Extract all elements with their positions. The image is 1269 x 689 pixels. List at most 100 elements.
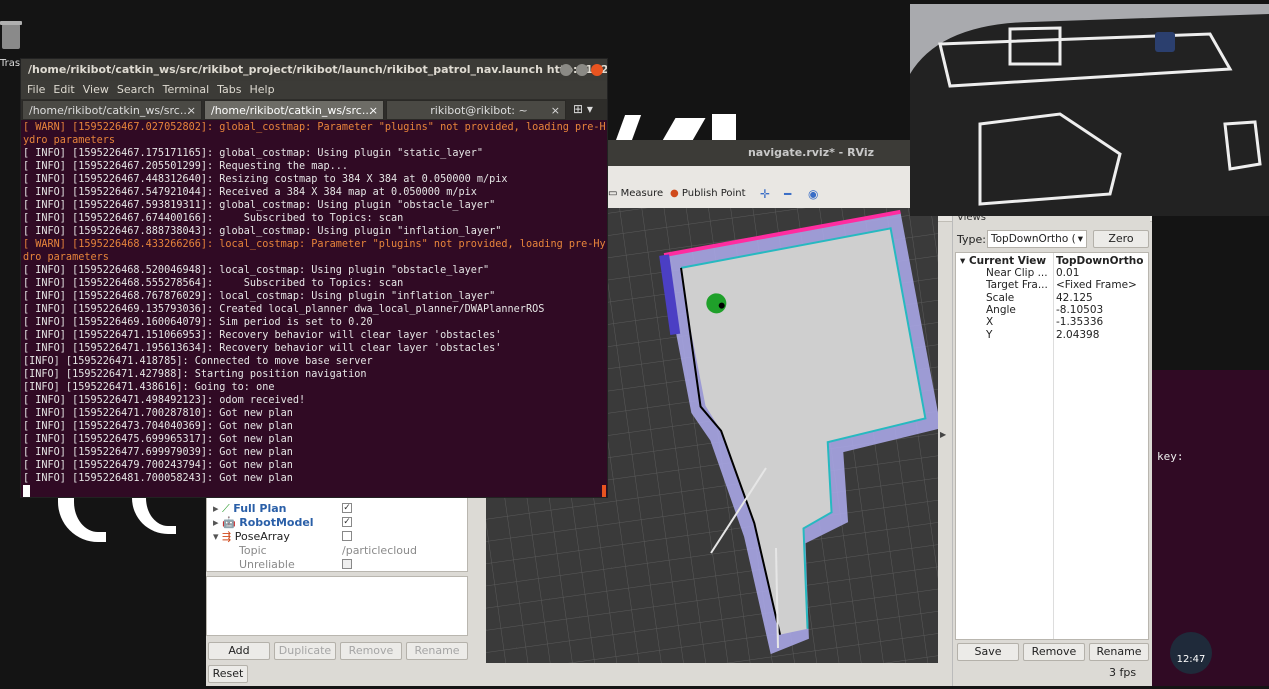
views-property-tree: ▾ Current View TopDownOrtho ... Near Cli…	[955, 252, 1149, 640]
menu-item-view[interactable]: View	[83, 83, 109, 96]
menu-item-search[interactable]: Search	[117, 83, 155, 96]
eye-icon[interactable]: ◉	[808, 187, 818, 201]
collapse-arrow-icon[interactable]: ▶	[940, 430, 946, 439]
topic-label: Topic	[239, 544, 267, 557]
new-tab-icon[interactable]: ⊞ ▾	[573, 102, 593, 116]
terminal-line: [ INFO] [1595226471.498492123]: odom rec…	[23, 395, 306, 406]
property-name: Near Clip ...	[986, 267, 1048, 279]
terminal-line: [ INFO] [1595226469.135793036]: Created …	[23, 304, 545, 315]
ruler-icon: ▭	[608, 188, 621, 199]
property-value[interactable]: 2.04398	[1056, 329, 1099, 341]
robot-icon: 🤖	[222, 516, 240, 529]
save-view-button[interactable]: Save	[957, 643, 1019, 661]
terminal-line: [ INFO] [1595226467.205501299]: Requesti…	[23, 161, 349, 172]
duplicate-button[interactable]: Duplicate	[274, 642, 336, 660]
publish-point-tool[interactable]: ● Publish Point	[670, 188, 746, 199]
terminal-title: /home/rikibot/catkin_ws/src/rikibot_proj…	[21, 59, 607, 81]
collapse-arrow-icon[interactable]: ▾	[960, 255, 969, 267]
display-robot-model[interactable]: ▸ 🤖 RobotModel	[213, 516, 314, 530]
scrollbar[interactable]	[602, 485, 606, 497]
terminal-line: [ INFO] [1595226479.700243794]: Got new …	[23, 460, 293, 471]
expand-arrow-icon[interactable]: ▸	[213, 502, 222, 515]
terminal-output[interactable]: [ WARN] [1595226467.027052802]: global_c…	[23, 121, 607, 497]
terminal-line: [ INFO] [1595226473.704040369]: Got new …	[23, 421, 293, 432]
pose-array-checkbox[interactable]	[342, 531, 352, 541]
add-button[interactable]: Add	[208, 642, 270, 660]
menu-item-file[interactable]: File	[27, 83, 45, 96]
clock-time: 12:47	[1176, 654, 1206, 665]
tab-label: rikibot@rikibot: ~	[430, 104, 528, 117]
tab-3[interactable]: rikibot@rikibot: ~ ×	[386, 100, 566, 120]
terminal-line: [ INFO] [1595226468.520046948]: local_co…	[23, 265, 490, 276]
display-full-plan[interactable]: ▸ ⟋ Full Plan	[213, 502, 287, 516]
property-value[interactable]: <Fixed Frame>	[1056, 279, 1137, 291]
terminal-line: [ INFO] [1595226468.767876029]: local_co…	[23, 291, 496, 302]
rename-display-button[interactable]: Rename	[406, 642, 468, 660]
property-value[interactable]: -8.10503	[1056, 304, 1103, 316]
pin-icon: ●	[670, 188, 682, 199]
menu-item-help[interactable]: Help	[250, 83, 275, 96]
close-icon[interactable]	[591, 64, 603, 76]
property-value[interactable]: 42.125	[1056, 292, 1093, 304]
expand-arrow-icon[interactable]: ▸	[213, 516, 222, 529]
terminal-line: [ INFO] [1595226467.674400166]: Subscrib…	[23, 213, 404, 224]
current-view-label: Current View	[968, 255, 1047, 267]
path-icon: ⟋	[222, 502, 234, 515]
tab-1[interactable]: /home/rikibot/catkin_ws/src... ×	[22, 100, 202, 120]
tab-label: /home/rikibot/catkin_ws/src...	[29, 104, 191, 117]
menu-item-tabs[interactable]: Tabs	[217, 83, 241, 96]
displays-panel: ▸ ⟋ Full Plan ✓ ▸ 🤖 RobotModel ✓ ▾ ⇶ Pos…	[206, 490, 470, 686]
minimize-icon[interactable]	[560, 64, 572, 76]
collapse-arrow-icon[interactable]: ▾	[213, 530, 222, 543]
robot-model-checkbox[interactable]: ✓	[342, 517, 352, 527]
remove-display-button[interactable]: Remove	[340, 642, 402, 660]
reset-button[interactable]: Reset	[208, 665, 248, 683]
terminal-window[interactable]: /home/rikibot/catkin_ws/src/rikibot_proj…	[20, 58, 608, 498]
publish-point-label: Publish Point	[681, 188, 746, 199]
display-pose-array[interactable]: ▾ ⇶ PoseArray	[213, 530, 290, 544]
description-box	[206, 576, 468, 636]
terminal-line: [ WARN] [1595226468.433266266]: local_co…	[23, 239, 606, 263]
maximize-icon[interactable]	[575, 64, 588, 76]
terminal-line: [ INFO] [1595226481.700058243]: Got new …	[23, 473, 293, 484]
current-view-row[interactable]: ▾ Current View	[960, 255, 1046, 267]
zero-button[interactable]: Zero	[1093, 230, 1149, 248]
terminal-line: [INFO] [1595226471.438616]: Going to: on…	[23, 382, 275, 393]
full-plan-checkbox[interactable]: ✓	[342, 503, 352, 513]
display-label: Full Plan	[233, 502, 287, 515]
view-type-value: TopDownOrtho (	[991, 233, 1076, 245]
terminal-line: [ INFO] [1595226467.547921044]: Received…	[23, 187, 477, 198]
tab-2[interactable]: /home/rikibot/catkin_ws/src... ×	[204, 100, 384, 120]
unreliable-checkbox[interactable]	[342, 559, 352, 569]
rename-view-button[interactable]: Rename	[1089, 643, 1149, 661]
fps-readout: 3 fps	[1109, 666, 1137, 679]
terminal-cursor	[23, 485, 30, 497]
close-tab-icon[interactable]: ×	[369, 101, 378, 119]
terminal-line: [INFO] [1595226471.427988]: Starting pos…	[23, 369, 367, 380]
trash-icon[interactable]	[0, 20, 22, 50]
measure-tool[interactable]: ▭ Measure	[608, 188, 663, 199]
terminal-line: [ INFO] [1595226467.888738043]: global_c…	[23, 226, 502, 237]
wallpaper-shape	[58, 498, 106, 542]
property-value[interactable]: 0.01	[1056, 267, 1079, 279]
property-value[interactable]: -1.35336	[1056, 316, 1103, 328]
terminal-line: [ INFO] [1595226477.699979039]: Got new …	[23, 447, 293, 458]
topic-value[interactable]: /particlecloud	[342, 544, 417, 558]
property-name: Y	[986, 328, 993, 341]
terminal-line: [ INFO] [1595226469.160064079]: Sim peri…	[23, 317, 373, 328]
wallpaper-shape	[132, 498, 176, 534]
close-tab-icon[interactable]: ×	[551, 101, 560, 119]
terminal-line: [ INFO] [1595226467.448312640]: Resizing…	[23, 174, 508, 185]
unreliable-label: Unreliable	[239, 558, 295, 571]
menu-item-terminal[interactable]: Terminal	[163, 83, 210, 96]
background-terminal[interactable]	[1150, 370, 1269, 686]
display-label: RobotModel	[239, 516, 314, 529]
move-camera-icon[interactable]: ✛	[760, 187, 770, 201]
view-type-select[interactable]: TopDownOrtho (▾	[987, 230, 1087, 248]
remove-view-button[interactable]: Remove	[1023, 643, 1085, 661]
menu-item-edit[interactable]: Edit	[53, 83, 74, 96]
terminal-line: [ INFO] [1595226467.175171165]: global_c…	[23, 148, 484, 159]
terminal-line: [INFO] [1595226471.418785]: Connected to…	[23, 356, 373, 367]
minus-icon[interactable]: ━	[784, 187, 791, 201]
close-tab-icon[interactable]: ×	[187, 101, 196, 119]
